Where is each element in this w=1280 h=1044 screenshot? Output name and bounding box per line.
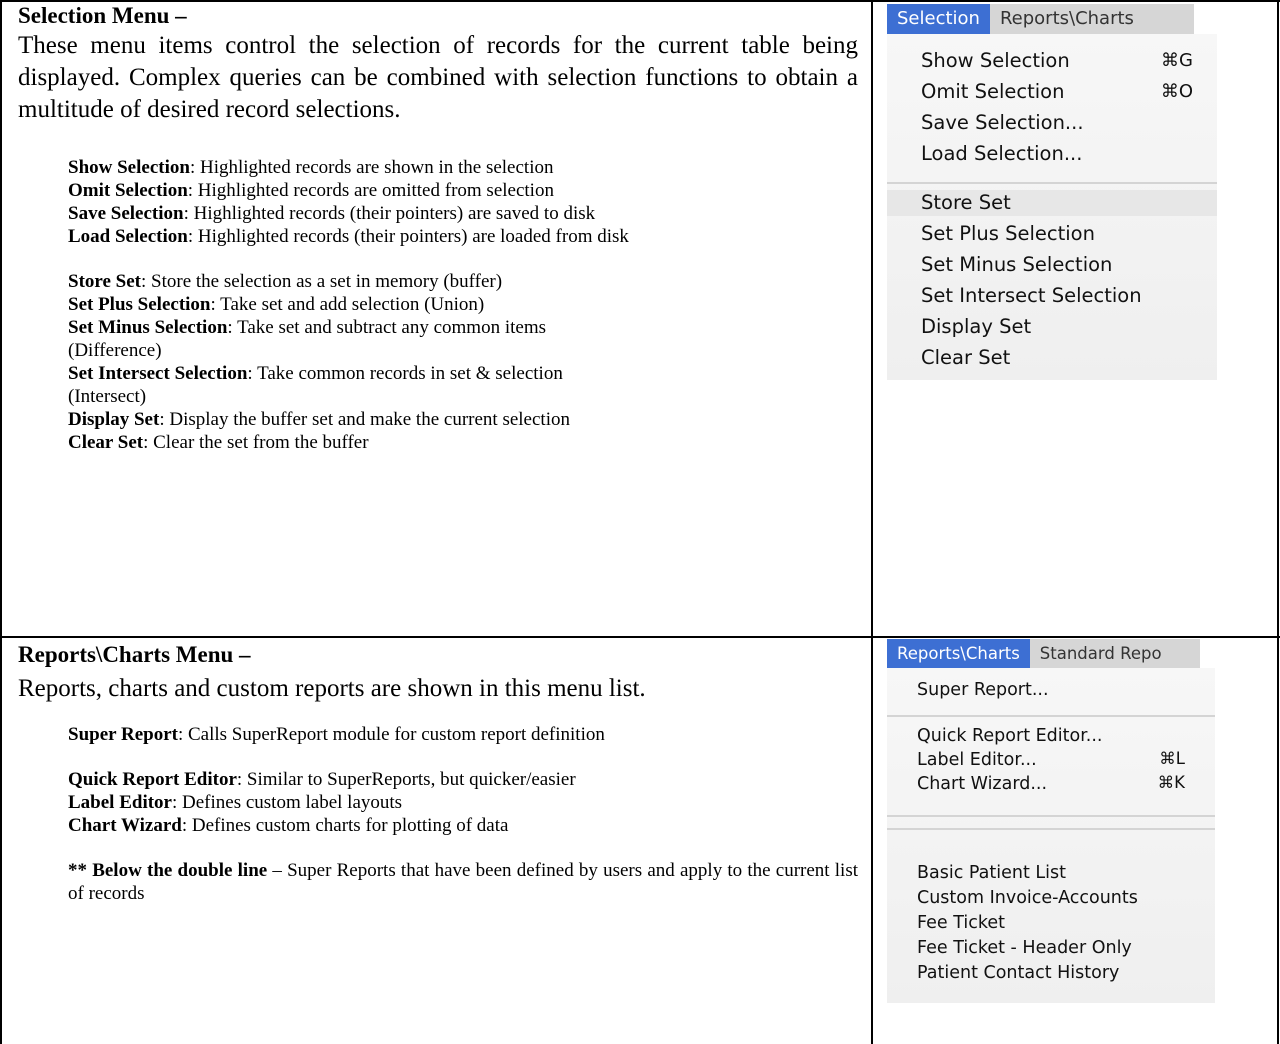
definition-row: Show Selection: Highlighted records are … xyxy=(68,157,554,178)
menu-double-separator-top xyxy=(887,815,1215,817)
menu-item-save-selection[interactable]: Save Selection... xyxy=(921,111,1084,135)
shortcut-omit-selection: ⌘O xyxy=(1160,81,1193,102)
selection-section: Selection Menu – These menu items contro… xyxy=(18,2,858,454)
reports-definitions-1: Super Report: Calls SuperReport module f… xyxy=(68,723,858,746)
definition-row: (Intersect) xyxy=(68,386,147,407)
table-border-left xyxy=(0,0,2,1044)
menu-item-store-set[interactable]: Store Set xyxy=(921,191,1011,215)
table-column-divider xyxy=(871,0,873,1044)
definition-row: Store Set: Store the selection as a set … xyxy=(68,271,503,292)
definition-row: Display Set: Display the buffer set and … xyxy=(68,409,570,430)
reports-definitions-2: Quick Report Editor: Similar to SuperRep… xyxy=(68,768,858,837)
menu-item-set-plus-selection[interactable]: Set Plus Selection xyxy=(921,222,1095,246)
definition-row: Set Plus Selection: Take set and add sel… xyxy=(68,294,485,315)
reports-menu-screenshot: Reports\Charts Standard Repo Super Repor… xyxy=(887,639,1215,1003)
shortcut-chart-wizard: ⌘K xyxy=(1157,773,1185,792)
definition-row: Chart Wizard: Defines custom charts for … xyxy=(68,815,509,836)
definition-row: Quick Report Editor: Similar to SuperRep… xyxy=(68,769,576,790)
menu-item-patient-contact-history[interactable]: Patient Contact History xyxy=(917,961,1119,985)
menu-item-super-report[interactable]: Super Report... xyxy=(917,678,1049,702)
definition-row: Load Selection: Highlighted records (the… xyxy=(68,226,629,247)
menu-item-basic-patient-list[interactable]: Basic Patient List xyxy=(917,861,1066,885)
definition-row: Super Report: Calls SuperReport module f… xyxy=(68,724,605,745)
menu-bar: Reports\Charts Standard Repo xyxy=(887,639,1200,668)
definition-row: Clear Set: Clear the set from the buffer xyxy=(68,432,369,453)
menu-bar-standard-reports[interactable]: Standard Repo xyxy=(1029,639,1200,668)
reports-menu-dropdown: Super Report... Quick Report Editor... L… xyxy=(887,668,1215,1003)
table-border-right xyxy=(1277,0,1279,1044)
definition-row: (Difference) xyxy=(68,340,162,361)
definition-row: Set Minus Selection: Take set and subtra… xyxy=(68,317,546,338)
menu-item-set-intersect-selection[interactable]: Set Intersect Selection xyxy=(921,284,1142,308)
menu-item-chart-wizard[interactable]: Chart Wizard... xyxy=(917,772,1047,796)
shortcut-label-editor: ⌘L xyxy=(1159,749,1185,768)
shortcut-show-selection: ⌘G xyxy=(1161,50,1193,71)
menu-item-set-minus-selection[interactable]: Set Minus Selection xyxy=(921,253,1112,277)
reports-heading: Reports\Charts Menu – xyxy=(18,642,251,667)
menu-item-quick-report-editor[interactable]: Quick Report Editor... xyxy=(917,724,1103,748)
table-row-divider xyxy=(0,636,1280,638)
menu-item-fee-ticket-header-only[interactable]: Fee Ticket - Header Only xyxy=(917,936,1132,960)
menu-item-fee-ticket[interactable]: Fee Ticket xyxy=(917,911,1005,935)
menu-item-load-selection[interactable]: Load Selection... xyxy=(921,142,1082,166)
menu-bar-reports-charts[interactable]: Reports\Charts xyxy=(989,4,1194,34)
selection-menu-screenshot: Selection Reports\Charts Show Selection … xyxy=(887,4,1217,380)
selection-intro: These menu items control the selection o… xyxy=(18,32,858,123)
reports-intro: Reports, charts and custom reports are s… xyxy=(18,675,646,702)
selection-heading: Selection Menu – xyxy=(18,3,187,28)
definition-row: Set Intersect Selection: Take common rec… xyxy=(68,363,563,384)
menu-item-custom-invoice-accounts[interactable]: Custom Invoice-Accounts xyxy=(917,886,1138,910)
menu-separator xyxy=(887,182,1217,184)
reports-section: Reports\Charts Menu – Reports, charts an… xyxy=(18,641,858,905)
menu-bar-selection[interactable]: Selection xyxy=(887,4,990,34)
definition-row: Label Editor: Defines custom label layou… xyxy=(68,792,403,813)
reports-note: ** Below the double line – Super Reports… xyxy=(68,860,859,904)
menu-bar-reports-charts[interactable]: Reports\Charts xyxy=(887,639,1030,668)
definition-row: Omit Selection: Highlighted records are … xyxy=(68,180,554,201)
menu-item-omit-selection[interactable]: Omit Selection xyxy=(921,80,1064,104)
menu-double-separator-bottom xyxy=(887,828,1215,830)
selection-menu-dropdown: Show Selection ⌘G Omit Selection ⌘O Save… xyxy=(887,34,1217,380)
menu-item-show-selection[interactable]: Show Selection xyxy=(921,49,1070,73)
menu-bar: Selection Reports\Charts xyxy=(887,4,1194,34)
menu-separator xyxy=(887,715,1215,717)
selection-definitions-2: Store Set: Store the selection as a set … xyxy=(68,270,858,454)
menu-item-label-editor[interactable]: Label Editor... xyxy=(917,748,1037,772)
menu-item-display-set[interactable]: Display Set xyxy=(921,315,1031,339)
menu-item-clear-set[interactable]: Clear Set xyxy=(921,346,1010,370)
selection-definitions-1: Show Selection: Highlighted records are … xyxy=(68,156,858,248)
definition-row: Save Selection: Highlighted records (the… xyxy=(68,203,596,224)
